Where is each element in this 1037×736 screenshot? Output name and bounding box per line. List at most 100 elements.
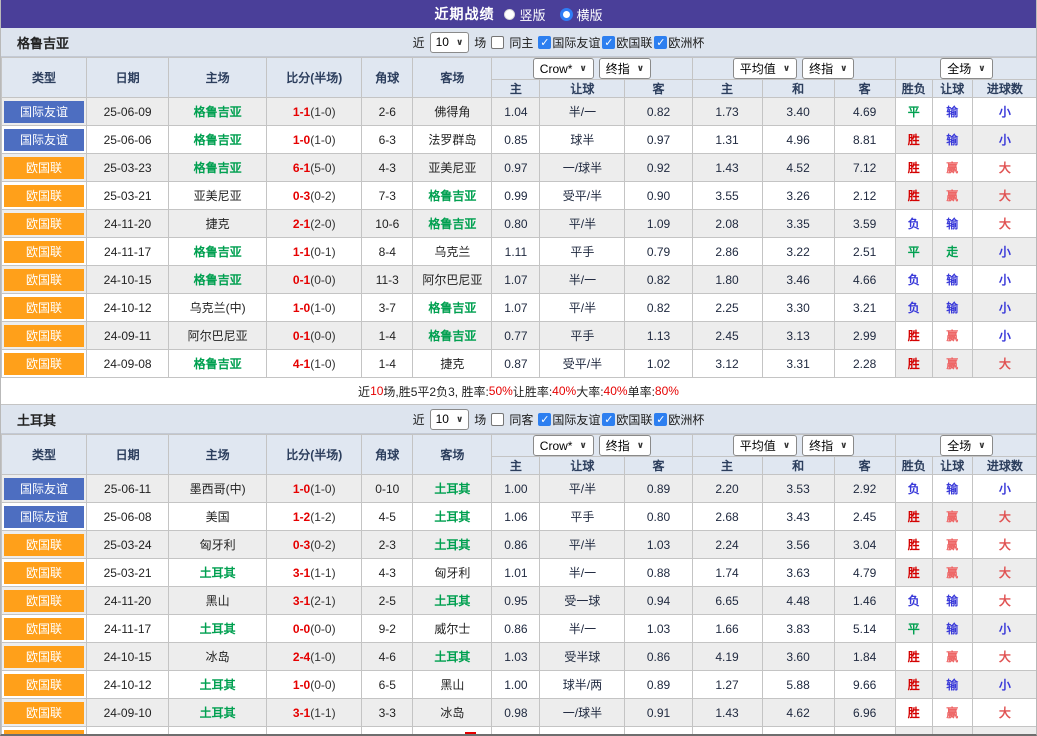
team-name: 美国 <box>206 510 230 524</box>
league-checkbox[interactable]: ✓ <box>654 413 667 426</box>
odds-provider-select[interactable]: Crow*∨ <box>533 435 594 456</box>
match-type-cell: 欧国联 <box>2 266 87 294</box>
average-select[interactable]: 平均值∨ <box>733 58 797 79</box>
match-date: 24-11-20 <box>87 587 169 615</box>
radio-vertical-icon[interactable] <box>504 9 515 20</box>
handicap-result-text: 输 <box>946 217 958 231</box>
league-checkbox[interactable]: ✓ <box>538 413 551 426</box>
goals-result: 大 <box>972 643 1037 671</box>
scope-select[interactable]: 全场∨ <box>940 435 992 456</box>
radio-horizontal-icon[interactable] <box>560 8 573 21</box>
radio-horizontal-layout[interactable]: 横版 <box>560 5 603 24</box>
avg-away-odds: 4.79 <box>834 559 895 587</box>
avg-draw-odds: 5.88 <box>762 671 834 699</box>
chevron-down-icon: ∨ <box>840 63 847 74</box>
handicap-line: 受半球 <box>540 643 625 671</box>
corners: 4-3 <box>362 154 413 182</box>
home-team: 格鲁吉亚 <box>169 350 267 378</box>
home-team: 土耳其 <box>169 559 267 587</box>
avg-away-odds: 2.92 <box>834 475 895 503</box>
match-date: 25-06-06 <box>87 126 169 154</box>
avg-home-odds: 2.20 <box>692 475 762 503</box>
home-odds: 1.01 <box>492 559 540 587</box>
avg-away-odds: 3.59 <box>834 210 895 238</box>
home-odds: 0.87 <box>492 350 540 378</box>
league-checkbox[interactable]: ✓ <box>538 36 551 49</box>
team-section-title: 土耳其 <box>17 410 56 429</box>
away-odds: 1.09 <box>625 210 692 238</box>
corners: 7-3 <box>362 182 413 210</box>
avg-home-odds: 1.43 <box>692 154 762 182</box>
odds-stage-select[interactable]: 终指∨ <box>599 435 651 456</box>
radio-horizontal-label: 横版 <box>577 5 603 24</box>
match-count-select[interactable]: 10∨ <box>430 32 470 53</box>
radio-vertical-layout[interactable]: 竖版 <box>504 5 545 24</box>
col-away: 客场 <box>413 435 492 475</box>
scope-select[interactable]: 全场∨ <box>940 58 992 79</box>
handicap-line: 半/一 <box>540 559 625 587</box>
league-checkbox[interactable]: ✓ <box>654 36 667 49</box>
halftime-score: (2-0) <box>310 217 335 231</box>
league-filter-item: ✓欧国联 <box>602 34 652 51</box>
near-label: 近 <box>413 34 425 51</box>
away-odds: 0.90 <box>625 182 692 210</box>
home-odds: 0.95 <box>492 587 540 615</box>
avg-draw-odds: 4.52 <box>762 154 834 182</box>
match-row: 欧国联24-11-17土耳其0-0(0-0)9-2威尔士0.86半/一1.031… <box>2 615 1037 643</box>
league-filter-item: ✓国际友谊 <box>538 411 600 428</box>
match-score: 0-0(0-0) <box>267 727 362 736</box>
goals-result: 大 <box>972 559 1037 587</box>
avg-draw-odds: 3.43 <box>762 503 834 531</box>
halftime-score: (5-0) <box>310 161 335 175</box>
avg-home-odds: 3.12 <box>692 350 762 378</box>
average-stage-select[interactable]: 终指∨ <box>802 435 854 456</box>
match-score: 0-1(0-0) <box>267 266 362 294</box>
handicap-result-text: 赢 <box>946 189 958 203</box>
avg-home-odds: 4.19 <box>692 643 762 671</box>
home-team: 墨西哥(中) <box>169 475 267 503</box>
halftime-score: (0-1) <box>310 245 335 259</box>
same-venue-checkbox[interactable] <box>491 413 504 426</box>
away-odds: 0.91 <box>625 699 692 727</box>
winloss-result: 负 <box>895 475 932 503</box>
subcol-avg-home: 主 <box>692 457 762 475</box>
goals-result-text: 小 <box>999 105 1011 119</box>
winloss-result-text: 胜 <box>908 650 920 664</box>
average-select[interactable]: 平均值∨ <box>733 435 797 456</box>
handicap-line: 球半 <box>540 126 625 154</box>
home-odds: 1.07 <box>492 294 540 322</box>
avg-draw-odds: 3.35 <box>762 210 834 238</box>
match-score: 3-1(1-1) <box>267 559 362 587</box>
match-row: 国际友谊25-06-11墨西哥(中)1-0(1-0)0-10土耳其1.00平/半… <box>2 475 1037 503</box>
match-date: 25-06-09 <box>87 98 169 126</box>
fulltime-score: 1-0 <box>293 678 310 692</box>
match-row: 欧国联24-09-08格鲁吉亚4-1(1-0)1-4捷克0.87受平/半1.02… <box>2 350 1037 378</box>
match-type-cell: 欧国联 <box>2 699 87 727</box>
odds-provider-select[interactable]: Crow*∨ <box>533 58 594 79</box>
avg-away-odds: 2.99 <box>834 322 895 350</box>
home-team: 乌克兰(中) <box>169 294 267 322</box>
avg-draw-odds: 3.30 <box>762 294 834 322</box>
away-team: 匈牙利 <box>413 559 492 587</box>
match-date: 24-11-17 <box>87 615 169 643</box>
competition-badge: 欧国联 <box>4 646 84 668</box>
home-team: 威尔士 <box>169 727 267 736</box>
winloss-result-text: 负 <box>908 217 920 231</box>
league-checkbox[interactable]: ✓ <box>602 36 615 49</box>
match-score: 3-1(1-1) <box>267 699 362 727</box>
home-odds: 0.96 <box>492 727 540 736</box>
odds-stage-select[interactable]: 终指∨ <box>599 58 651 79</box>
subcol-avg-draw: 和 <box>762 457 834 475</box>
league-checkbox[interactable]: ✓ <box>602 413 615 426</box>
same-venue-checkbox[interactable] <box>491 36 504 49</box>
fulltime-score: 1-0 <box>293 482 310 496</box>
match-count-select[interactable]: 10∨ <box>430 409 470 430</box>
average-stage-select[interactable]: 终指∨ <box>802 58 854 79</box>
subcol-handicap-result: 让球 <box>932 80 972 98</box>
match-type-cell: 欧国联 <box>2 559 87 587</box>
goals-result-text: 小 <box>999 678 1011 692</box>
match-date: 25-06-11 <box>87 475 169 503</box>
winloss-result-text: 负 <box>908 273 920 287</box>
away-team: 冰岛 <box>413 699 492 727</box>
handicap-line: 半/一 <box>540 615 625 643</box>
